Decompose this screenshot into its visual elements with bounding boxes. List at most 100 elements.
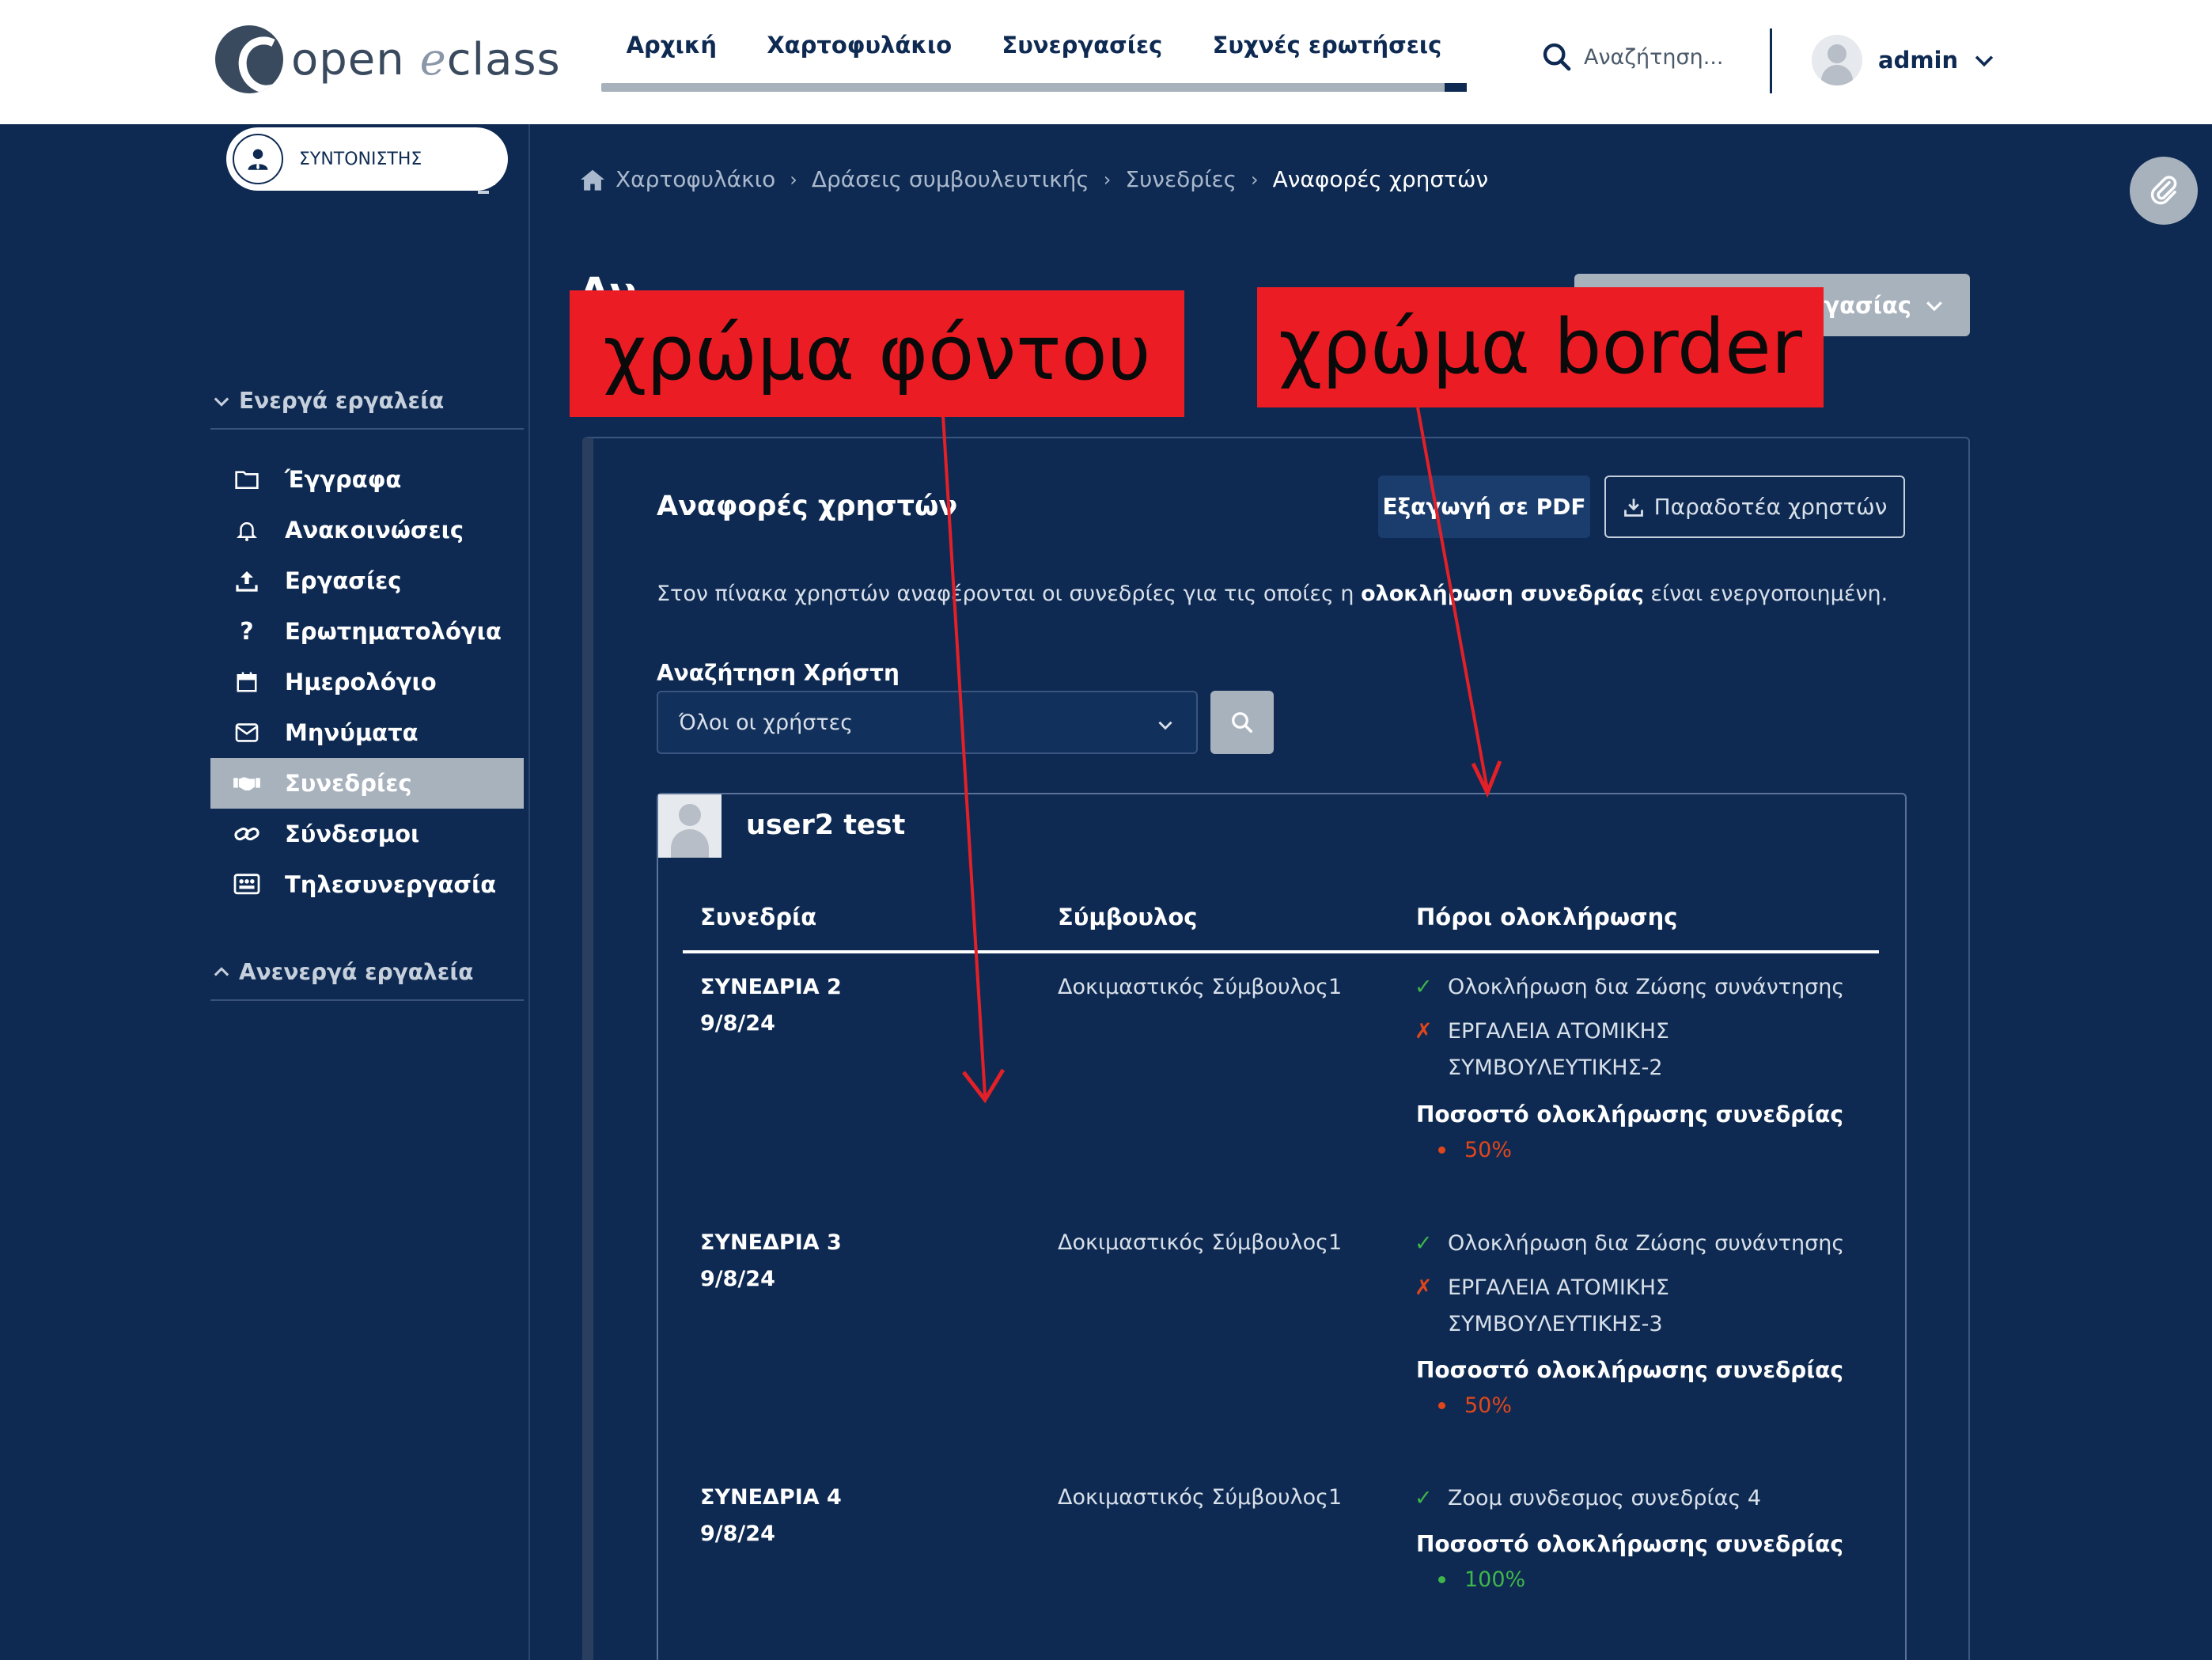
nav-portfolio[interactable]: Χαρτοφυλάκιο bbox=[767, 32, 952, 59]
column-header-consultant: Σύμβουλος bbox=[1058, 904, 1198, 930]
chevron-down-icon bbox=[1158, 721, 1172, 730]
sidebar-item-label: Τηλεσυνεργασία bbox=[285, 871, 497, 898]
sidebar-item-label: Ερωτηματολόγια bbox=[285, 618, 502, 645]
sidebar-item-sessions[interactable]: Συνεδρίες bbox=[210, 758, 524, 809]
breadcrumb-separator-icon: › bbox=[790, 168, 797, 191]
inactive-tools-toggle[interactable]: Ανενεργά εργαλεία bbox=[210, 959, 524, 1001]
column-header-resources: Πόροι ολοκλήρωσης bbox=[1416, 904, 1678, 930]
sidebar-item-label: Έγγραφα bbox=[285, 466, 402, 493]
completion-label: Ποσοστό ολοκλήρωσης συνεδρίας bbox=[1416, 1101, 1843, 1128]
annotation-background-color: χρώμα φόντου bbox=[570, 290, 1184, 417]
nav-home[interactable]: Αρχική bbox=[627, 32, 717, 59]
sidebar-item-documents[interactable]: Έγγραφα bbox=[210, 454, 524, 505]
table-header-divider bbox=[683, 950, 1879, 953]
breadcrumb-separator-icon: › bbox=[1103, 168, 1112, 191]
info-text: Στον πίνακα χρηστών αναφέρονται οι συνεδ… bbox=[657, 582, 1888, 606]
attachment-button[interactable] bbox=[2130, 157, 2198, 225]
session-date: 9/8/24 bbox=[700, 1267, 775, 1291]
user-deliverables-button[interactable]: Παραδοτέα χρηστών bbox=[1604, 476, 1905, 538]
panel-title: Αναφορές χρηστών bbox=[657, 491, 958, 522]
consultant-name: Δοκιμαστικός Σύμβουλος1 bbox=[1058, 1485, 1343, 1510]
header-search[interactable]: Αναζήτηση... bbox=[1541, 41, 1724, 73]
breadcrumb-portfolio[interactable]: Χαρτοφυλάκιο bbox=[615, 166, 775, 192]
resource-item-continued: ΣΥΜΒΟΥΛΕΥΤΙΚΗΣ-2 bbox=[1448, 1056, 1663, 1080]
chevron-down-icon bbox=[1975, 55, 1994, 67]
sidebar-item-calendar[interactable]: Ημερολόγιο bbox=[210, 657, 524, 707]
completion-percent: 100% bbox=[1438, 1567, 1525, 1592]
session-name: ΣΥΝΕΔΡΙΑ 3 bbox=[700, 1230, 842, 1255]
sidebar-item-assignments[interactable]: Εργασίες bbox=[210, 555, 524, 606]
question-icon: ? bbox=[240, 617, 254, 646]
user-menu[interactable]: admin bbox=[1812, 35, 1998, 85]
nav-scrollbar[interactable] bbox=[601, 83, 1467, 92]
logo-text: open eclass bbox=[291, 33, 561, 85]
sidebar-item-teleconference[interactable]: Τηλεσυνεργασία bbox=[210, 859, 524, 910]
user-select[interactable]: Όλοι οι χρήστες bbox=[657, 691, 1198, 754]
bell-icon bbox=[233, 518, 261, 542]
resource-item: ✗ ΕΡΓΑΛΕΙΑ ΑΤΟΜΙΚΗΣ bbox=[1415, 1275, 1669, 1300]
completion-label: Ποσοστό ολοκλήρωσης συνεδρίας bbox=[1416, 1357, 1843, 1383]
openeclass-logo[interactable]: open eclass bbox=[215, 25, 561, 93]
completion-label: Ποσοστό ολοκλήρωσης συνεδρίας bbox=[1416, 1531, 1843, 1557]
cross-icon: ✗ bbox=[1415, 1019, 1433, 1044]
collaboration-actions-label: γασίας bbox=[1824, 291, 1911, 319]
annotation-border-color: χρώμα border bbox=[1257, 287, 1824, 407]
user-search-button[interactable] bbox=[1210, 691, 1274, 754]
session-date: 9/8/24 bbox=[700, 1522, 775, 1546]
sidebar-item-label: Ημερολόγιο bbox=[285, 669, 437, 695]
link-icon bbox=[233, 822, 261, 846]
breadcrumb-sessions[interactable]: Συνεδρίες bbox=[1125, 166, 1237, 192]
report-user-name: user2 test bbox=[746, 809, 906, 841]
sidebar-item-messages[interactable]: Μηνύματα bbox=[210, 707, 524, 758]
active-tools-toggle[interactable]: Ενεργά εργαλεία bbox=[210, 388, 524, 430]
header-divider bbox=[1770, 28, 1772, 93]
session-name: ΣΥΝΕΔΡΙΑ 4 bbox=[700, 1485, 842, 1510]
export-pdf-button[interactable]: Εξαγωγή σε PDF bbox=[1378, 476, 1590, 538]
home-icon[interactable] bbox=[579, 168, 606, 191]
download-icon bbox=[1623, 498, 1643, 517]
session-date: 9/8/24 bbox=[700, 1011, 775, 1036]
upload-icon bbox=[233, 568, 261, 593]
check-icon: ✓ bbox=[1415, 1486, 1433, 1510]
resource-item: ✗ ΕΡΓΑΛΕΙΑ ΑΤΟΜΙΚΗΣ bbox=[1415, 1019, 1669, 1044]
resource-item-continued: ΣΥΜΒΟΥΛΕΥΤΙΚΗΣ-3 bbox=[1448, 1312, 1663, 1336]
consultant-name: Δοκιμαστικός Σύμβουλος1 bbox=[1058, 1230, 1343, 1255]
calendar-icon bbox=[233, 670, 261, 694]
nav-collaborations[interactable]: Συνεργασίες bbox=[1002, 32, 1162, 59]
teleconference-icon bbox=[233, 873, 261, 896]
logo-mark-icon bbox=[215, 25, 283, 93]
breadcrumb-current: Αναφορές χρηστών bbox=[1272, 166, 1489, 192]
user-search-label: Αναζήτηση Χρήστη bbox=[657, 660, 900, 686]
inactive-tools-title: Ανενεργά εργαλεία bbox=[239, 959, 474, 985]
sidebar-item-label: Εργασίες bbox=[285, 567, 402, 594]
role-badge[interactable]: ΣΥΝΤΟΝΙΣΤΗΣ bbox=[226, 127, 508, 191]
nav-faq[interactable]: Συχνές ερωτήσεις bbox=[1213, 32, 1442, 59]
sidebar-item-links[interactable]: Σύνδεσμοι bbox=[210, 809, 524, 859]
check-icon: ✓ bbox=[1415, 975, 1433, 999]
chevron-down-icon bbox=[214, 396, 229, 407]
session-name: ΣΥΝΕΔΡΙΑ 2 bbox=[700, 975, 842, 999]
active-tools-title: Ενεργά εργαλεία bbox=[239, 388, 445, 414]
resource-item: ✓ Ολοκλήρωση δια Ζώσης συνάντησης bbox=[1415, 1231, 1845, 1256]
user-select-value: Όλοι οι χρήστες bbox=[679, 710, 854, 735]
check-icon: ✓ bbox=[1415, 1231, 1433, 1256]
search-placeholder: Αναζήτηση... bbox=[1584, 44, 1724, 70]
role-label: ΣΥΝΤΟΝΙΣΤΗΣ bbox=[299, 149, 422, 169]
user-tie-icon bbox=[233, 134, 283, 184]
envelope-icon bbox=[233, 722, 261, 743]
consultant-name: Δοκιμαστικός Σύμβουλος1 bbox=[1058, 975, 1343, 999]
breadcrumb-counseling-actions[interactable]: Δράσεις συμβουλευτικής bbox=[812, 166, 1089, 192]
sidebar-item-announcements[interactable]: Ανακοινώσεις bbox=[210, 505, 524, 555]
username: admin bbox=[1878, 47, 1959, 74]
sidebar-item-questionnaires[interactable]: ? Ερωτηματολόγια bbox=[210, 606, 524, 657]
search-icon bbox=[1232, 712, 1252, 733]
sidebar-item-label: Σύνδεσμοι bbox=[285, 821, 420, 847]
avatar bbox=[658, 794, 722, 858]
completion-percent: 50% bbox=[1438, 1138, 1512, 1162]
chevron-up-icon bbox=[214, 966, 229, 976]
sidebar-item-label: Ανακοινώσεις bbox=[285, 517, 464, 544]
paperclip-icon bbox=[2150, 176, 2177, 205]
resource-item: ✓ Ζοομ συνδεσμος συνεδρίας 4 bbox=[1415, 1486, 1762, 1510]
column-header-session: Συνεδρία bbox=[700, 904, 817, 930]
sidebar-item-label: Μηνύματα bbox=[285, 719, 419, 746]
